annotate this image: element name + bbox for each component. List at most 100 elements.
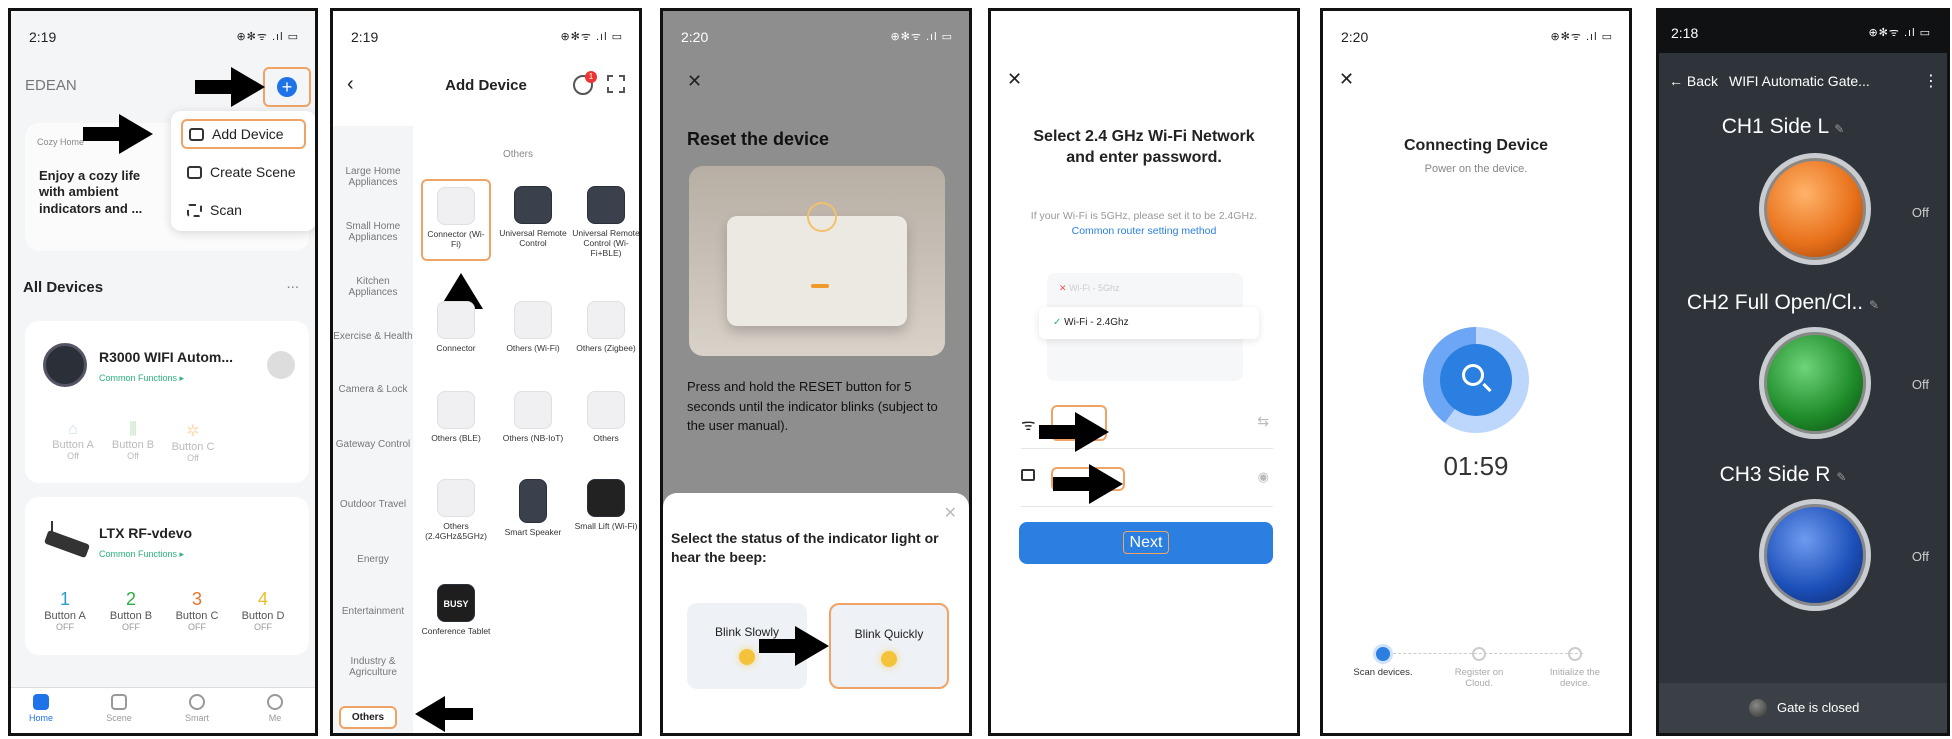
notification-icon[interactable]: 1	[573, 71, 597, 95]
close-icon[interactable]: ✕	[944, 503, 957, 523]
close-icon[interactable]: ✕	[687, 71, 702, 92]
add-button[interactable]: +	[263, 67, 311, 107]
device-conference-tablet[interactable]: BUSY Conference Tablet	[421, 584, 491, 637]
arrow-right-icon	[1039, 412, 1109, 452]
tab-home[interactable]: Home	[11, 694, 71, 723]
category-item[interactable]: Energy	[333, 554, 413, 565]
category-item[interactable]: Gateway Control	[333, 439, 413, 450]
arrow-left-icon	[415, 696, 473, 732]
common-functions-link[interactable]: Common Functions ▸	[99, 373, 184, 384]
edit-icon[interactable]: ✎	[1836, 470, 1846, 484]
device-icon	[587, 391, 625, 429]
eye-icon[interactable]: ◉	[1258, 469, 1269, 485]
button-label: Button B	[111, 439, 155, 451]
category-item[interactable]: Exercise & Health	[333, 331, 413, 342]
channel-3-button[interactable]	[1759, 499, 1871, 611]
tab-label: Smart	[184, 713, 209, 723]
option-blink-quickly[interactable]: Blink Quickly	[829, 603, 949, 689]
countdown-timer: 01:59	[1443, 451, 1509, 481]
category-item[interactable]: Outdoor Travel	[333, 499, 413, 510]
button-c[interactable]: ✲ Button C Off	[167, 421, 219, 463]
edit-icon[interactable]: ✎	[1869, 298, 1879, 312]
button-a[interactable]: 1 Button A OFF	[35, 589, 95, 632]
device-small-lift[interactable]: Small Lift (Wi-Fi)	[571, 479, 639, 532]
device-smart-speaker[interactable]: Smart Speaker	[498, 479, 568, 538]
channel-1-button[interactable]	[1759, 153, 1871, 265]
menu-create-scene-label: Create Scene	[210, 164, 296, 180]
common-functions-link[interactable]: Common Functions ▸	[99, 549, 184, 560]
page-subtitle: Power on the device.	[1424, 163, 1528, 175]
tab-label: Home	[28, 713, 53, 723]
wifi-5ghz-row: ✕ Wi-Fi - 5Ghz	[1059, 283, 1120, 293]
status-bar: 2:19 ⊕✻ᯤ .ıl ▭	[11, 11, 315, 61]
scene-icon	[187, 165, 202, 179]
indicator-status-sheet: ✕ Select the status of the indicator lig…	[663, 493, 969, 733]
category-item[interactable]: Camera & Lock	[333, 384, 413, 395]
tab-scene[interactable]: Scene	[89, 694, 149, 723]
menu-add-device[interactable]: Add Device	[181, 119, 306, 149]
more-icon[interactable]: ...	[286, 275, 299, 292]
power-icon	[807, 202, 837, 232]
power-icon[interactable]	[267, 351, 295, 379]
device-connector[interactable]: Connector	[421, 301, 491, 354]
option-label: Blink Slowly	[714, 625, 780, 639]
close-icon[interactable]: ✕	[1007, 69, 1022, 90]
device-icon	[514, 391, 552, 429]
home-screen: 2:19 ⊕✻ᯤ .ıl ▭ EDEAN + Cozy Home Enjoy a…	[8, 8, 318, 736]
banner-text: Enjoy a cozy life with ambient indicator…	[39, 168, 143, 216]
category-item[interactable]: Small Home Appliances	[333, 221, 413, 243]
more-vert-icon[interactable]: ⋮	[1923, 71, 1939, 91]
button-d[interactable]: 4 Button D OFF	[233, 589, 293, 632]
category-item[interactable]: Industry & Agriculture	[333, 656, 413, 678]
status-time: 2:20	[1341, 29, 1369, 45]
next-button[interactable]: Next	[1019, 522, 1273, 564]
notification-badge: 1	[585, 71, 597, 83]
device-others-nbiot[interactable]: Others (NB-IoT)	[498, 391, 568, 444]
device-universal-remote-ble[interactable]: Universal Remote Control (Wi-Fi+BLE)	[571, 186, 639, 258]
device-others[interactable]: Others	[571, 391, 639, 444]
reset-instructions: Press and hold the RESET button for 5 se…	[687, 379, 938, 433]
category-others[interactable]: Others	[339, 706, 397, 729]
device-universal-remote[interactable]: Universal Remote Control	[498, 186, 568, 249]
button-label: Button A	[44, 610, 86, 622]
edit-icon[interactable]: ✎	[1834, 122, 1844, 136]
remote-icon	[587, 186, 625, 224]
page-title: Reset the device	[687, 129, 830, 149]
wifi-ssid-field[interactable]: ᯤ ⇆	[1021, 399, 1273, 449]
status-time: 2:20	[681, 29, 709, 45]
device-others-wifi[interactable]: Others (Wi-Fi)	[498, 301, 568, 354]
device-others-dualband[interactable]: Others (2.4GHz&5GHz)	[421, 479, 491, 542]
gate-status-bar: Gate is closed	[1659, 683, 1947, 733]
button-b[interactable]: ⫼ Button B Off	[107, 421, 159, 461]
device-label: Others (2.4GHz&5GHz)	[425, 521, 487, 541]
device-card-r3000[interactable]: R3000 WIFI Autom... Common Functions ▸ ⌂…	[25, 321, 309, 483]
device-others-zigbee[interactable]: Others (Zigbee)	[571, 301, 639, 354]
all-devices-heading: All Devices	[23, 279, 104, 296]
category-item[interactable]: Kitchen Appliances	[333, 276, 413, 298]
tab-me[interactable]: Me	[245, 694, 305, 723]
close-icon[interactable]: ✕	[1339, 69, 1354, 90]
button-a[interactable]: ⌂ Button A Off	[47, 421, 99, 461]
button-b[interactable]: 2 Button B OFF	[101, 589, 161, 632]
device-card-ltx[interactable]: LTX RF-vdevo Common Functions ▸ 1 Button…	[25, 497, 309, 655]
device-label: Others (Zigbee)	[576, 343, 636, 353]
channel-2-button[interactable]	[1759, 327, 1871, 439]
category-item[interactable]: Entertainment	[333, 606, 413, 617]
scan-icon	[187, 203, 202, 217]
back-button[interactable]: ← Back	[1669, 73, 1718, 89]
step-register: Register on Cloud.	[1449, 647, 1509, 690]
button-number: 1	[59, 589, 70, 609]
menu-scan[interactable]: Scan	[181, 195, 306, 225]
device-label: Others (Wi-Fi)	[506, 343, 560, 353]
switch-network-icon[interactable]: ⇆	[1257, 413, 1269, 430]
category-item[interactable]: Large Home Appliances	[333, 166, 413, 188]
busy-sign-icon: BUSY	[437, 584, 475, 622]
home-name[interactable]: EDEAN	[25, 77, 77, 94]
device-connector-wifi[interactable]: Connector (Wi-Fi)	[421, 179, 491, 261]
scan-icon[interactable]	[607, 75, 625, 93]
button-c[interactable]: 3 Button C OFF	[167, 589, 227, 632]
device-others-ble[interactable]: Others (BLE)	[421, 391, 491, 444]
tab-smart[interactable]: Smart	[167, 694, 227, 723]
menu-create-scene[interactable]: Create Scene	[181, 157, 306, 187]
router-setting-link[interactable]: Common router setting method	[1072, 225, 1217, 237]
